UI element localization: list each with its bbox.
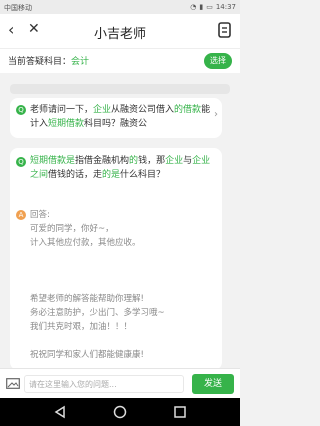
chat-area[interactable]: Q 老师请问一下，企业从融资公司借入的借款能计入短期借款科目吗？融资公 › Q … (0, 72, 240, 368)
select-subject-button[interactable]: 选择 (204, 53, 232, 69)
chevron-right-icon[interactable]: › (214, 109, 218, 120)
nav-recent-icon[interactable] (172, 404, 188, 420)
header: ‹ ✕ 小吉老师 (0, 14, 240, 48)
question-segment: 的是 (102, 170, 121, 180)
question-segment: 什么科目？ (120, 170, 166, 180)
question-segment: 企业 (93, 105, 112, 115)
status-icons: ◔ ▮ ▭ 14:37 (190, 3, 236, 11)
subject-label: 当前答疑科目：会计 (8, 54, 89, 67)
answer-line (30, 278, 214, 292)
question-segment: 钱，那 (138, 156, 166, 166)
history-question-text: 老师请问一下，企业从融资公司借入的借款能计入短期借款科目吗？融资公 (30, 103, 212, 131)
question-segment: 从融资公司借入 (111, 105, 175, 115)
status-bar: 中国移动 ◔ ▮ ▭ 14:37 (0, 0, 240, 14)
question-segment: 指借金融机构 (75, 156, 130, 166)
battery-icon: ▭ (206, 3, 213, 11)
send-button[interactable]: 发送 (192, 374, 234, 394)
question-segment: 短期借款 (48, 119, 85, 129)
answer-line (30, 334, 214, 348)
subject-value: 会计 (71, 57, 90, 67)
question-badge: Q (16, 105, 26, 115)
question-segment: 与 (183, 156, 193, 166)
subject-label-text: 当前答疑科目： (8, 57, 72, 67)
answer-line: 计入其他应付款，其他应收。 (30, 238, 141, 248)
subject-bar: 当前答疑科目：会计 选择 (0, 48, 240, 73)
answer-line: 回答: (30, 210, 50, 220)
input-bar: 请在这里输入您的问题... 发送 (0, 368, 240, 399)
nav-back-icon[interactable] (52, 404, 68, 420)
wifi-icon: ◔ (190, 3, 197, 11)
previous-message-edge (10, 84, 230, 94)
question-segment: 是 (66, 156, 76, 166)
answer-line: 务必注意防护，少出门、多学习哦~ (30, 308, 165, 318)
question-badge: Q (16, 157, 26, 167)
document-icon[interactable] (218, 22, 231, 38)
answer-line: 祝祝同学和家人们都能健康康! (30, 350, 144, 360)
question-segment: 的 (129, 156, 139, 166)
question-segment: 企业 (165, 156, 184, 166)
current-question-text: 短期借款是指借金融机构的钱，那企业与企业之间借钱的话，走的是什么科目？ (30, 154, 212, 182)
answer-badge: A (16, 210, 26, 220)
system-nav-bar (0, 398, 240, 426)
question-segment: 科目吗？融资公 (84, 119, 148, 129)
answer-text: 回答: 可爱的同学，你好~， 计入其他应付款，其他应收。 希望老师的解答能帮助你理解… (30, 208, 214, 362)
nav-home-icon[interactable] (112, 404, 128, 420)
signal-icon: ▮ (199, 3, 204, 11)
carrier-label: 中国移动 (4, 4, 32, 12)
history-question-card[interactable]: Q 老师请问一下，企业从融资公司借入的借款能计入短期借款科目吗？融资公 › (10, 98, 222, 138)
image-icon[interactable] (6, 378, 20, 389)
answer-line (30, 264, 214, 278)
answer-line: 可爱的同学，你好~， (30, 224, 114, 234)
question-segment: 的借款 (174, 105, 202, 115)
question-input[interactable]: 请在这里输入您的问题... (24, 375, 184, 393)
clock-label: 14:37 (215, 3, 236, 11)
answer-line: 希望老师的解答能帮助你理解! (30, 294, 144, 304)
question-segment: 老师请问一下， (30, 105, 94, 115)
question-segment: 借钱的话，走 (48, 170, 103, 180)
page-title: 小吉老师 (93, 27, 146, 42)
answer-line: 我们共克时艰，加油！！！ (30, 322, 133, 332)
current-question-card: Q 短期借款是指借金融机构的钱，那企业与企业之间借钱的话，走的是什么科目？ A … (10, 148, 222, 368)
answer-line (30, 250, 214, 264)
question-segment: 短期借款 (30, 156, 67, 166)
